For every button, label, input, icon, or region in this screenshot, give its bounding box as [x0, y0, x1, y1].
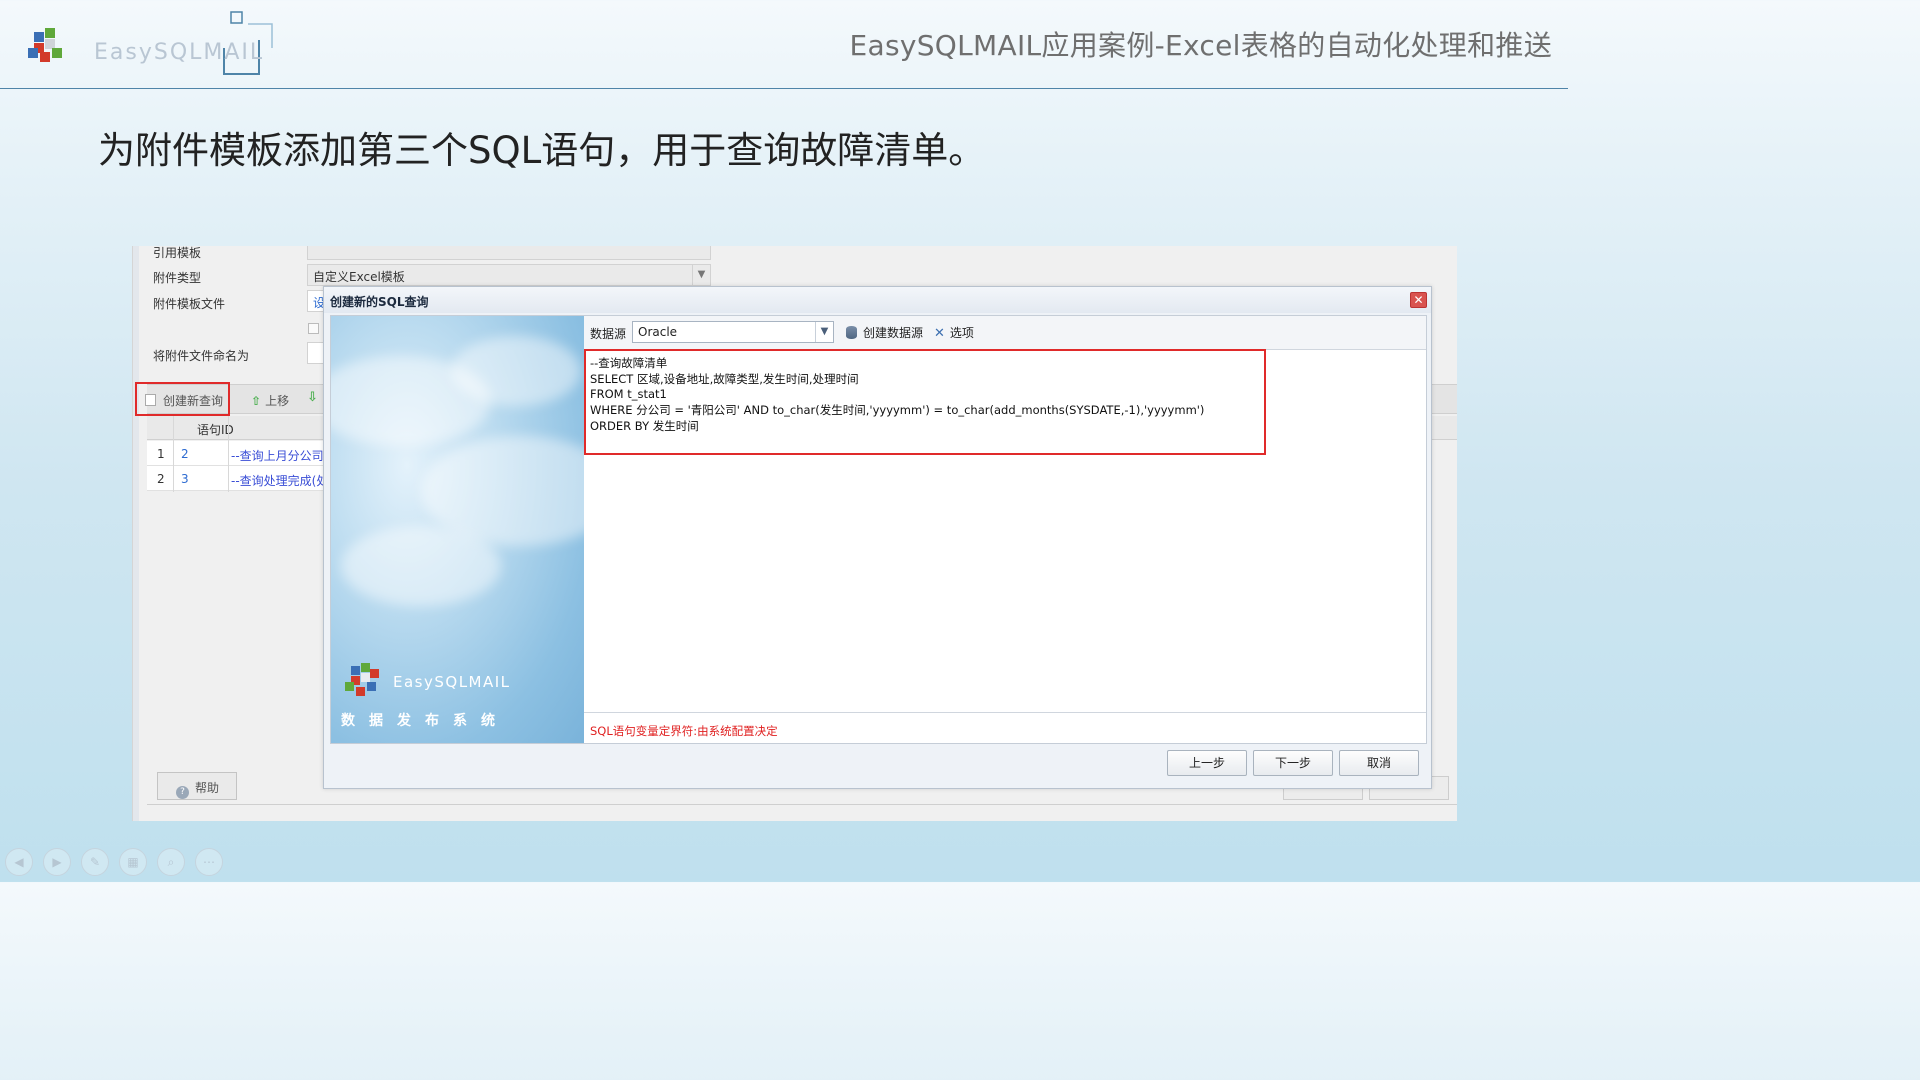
help-icon: ?	[176, 786, 189, 799]
row-number: 1	[157, 447, 165, 461]
header-divider	[0, 88, 1568, 89]
sky-banner: EasySQLMAIL 数据发布系统	[331, 316, 584, 743]
dialog-content: EasySQLMAIL 数据发布系统 数据源 Oracle ▼ 创建数据源 ✕ 选…	[330, 315, 1427, 744]
move-up-button[interactable]: ⇧ 上移	[251, 392, 289, 409]
options-button[interactable]: ✕ 选项	[934, 324, 974, 341]
field-label-attachment-type: 附件类型	[153, 271, 202, 285]
delimiter-hint: SQL语句变量定界符:由系统配置决定	[590, 724, 778, 738]
row-number: 2	[157, 472, 165, 486]
previous-slide-icon[interactable]: ◀	[5, 848, 33, 876]
cancel-button[interactable]: 取消	[1339, 750, 1419, 776]
create-sql-query-dialog: 创建新的SQL查询 ✕ EasySQLMAIL 数据发布系统 数据源 Oracl…	[323, 286, 1432, 789]
next-slide-icon[interactable]: ▶	[43, 848, 71, 876]
hint-bar: SQL语句变量定界符:由系统配置决定	[584, 712, 1426, 743]
create-query-button[interactable]: 创建新查询	[135, 382, 230, 416]
dialog-title: 创建新的SQL查询	[330, 295, 429, 309]
cube-logo-icon	[345, 663, 379, 696]
create-datasource-label: 创建数据源	[863, 326, 924, 340]
row-sql: --查询处理完成(处	[231, 474, 329, 488]
grid-divider	[173, 416, 174, 492]
arrow-down-icon: ⇩	[307, 390, 318, 405]
sky-brand-text: EasySQLMAIL	[393, 673, 511, 691]
previous-step-button[interactable]: 上一步	[1167, 750, 1247, 776]
slides-grid-icon[interactable]: ▦	[119, 848, 147, 876]
database-icon	[846, 326, 857, 339]
create-datasource-button[interactable]: 创建数据源	[846, 324, 923, 341]
row-statement-id: 2	[181, 447, 189, 461]
slide-title: EasySQLMAIL应用案例-Excel表格的自动化处理和推送	[849, 29, 1552, 62]
brand-logo: EasySQLMAIL	[26, 10, 276, 80]
sky-tagline: 数据发布系统	[341, 713, 509, 729]
new-document-icon	[145, 394, 156, 406]
datasource-label: 数据源	[590, 327, 627, 341]
attachment-type-select[interactable]: 自定义Excel模板 ▼	[307, 264, 711, 286]
field-label-template: 引用模板	[153, 246, 202, 260]
chevron-down-icon[interactable]: ▼	[692, 265, 710, 285]
datasource-toolbar: 数据源 Oracle ▼ 创建数据源 ✕ 选项	[584, 316, 1426, 350]
app-left-strip	[133, 246, 139, 821]
slide-subtitle: 为附件模板添加第三个SQL语句，用于查询故障清单。	[98, 129, 986, 172]
attachment-type-value: 自定义Excel模板	[313, 270, 405, 284]
next-step-button[interactable]: 下一步	[1253, 750, 1333, 776]
grid-bottom-border	[147, 804, 1457, 805]
cube-logo-icon	[28, 28, 62, 62]
pen-icon[interactable]: ✎	[81, 848, 109, 876]
row-sql: --查询上月分公司	[231, 449, 324, 463]
datasource-value: Oracle	[638, 325, 678, 339]
field-label-filename: 将附件文件命名为	[153, 349, 250, 363]
field-label-template-file: 附件模板文件	[153, 297, 226, 311]
close-icon[interactable]: ✕	[1410, 292, 1427, 308]
zoom-icon[interactable]: ⌕	[157, 848, 185, 876]
highlight-box	[584, 349, 1266, 455]
help-button[interactable]: ? 帮助	[157, 772, 237, 800]
dialog-titlebar[interactable]: 创建新的SQL查询 ✕	[324, 287, 1431, 313]
datasource-select[interactable]: Oracle ▼	[632, 321, 834, 343]
move-up-label: 上移	[265, 394, 290, 408]
options-label: 选项	[949, 326, 974, 340]
option-checkbox[interactable]	[308, 323, 319, 334]
create-query-label: 创建新查询	[163, 394, 224, 408]
arrow-up-icon: ⇧	[251, 394, 262, 408]
logo-text: EasySQLMAIL	[94, 40, 265, 65]
grid-divider	[228, 416, 229, 492]
row-statement-id: 3	[181, 472, 189, 486]
chevron-down-icon[interactable]: ▼	[815, 322, 833, 342]
template-field[interactable]	[307, 246, 711, 260]
tools-icon: ✕	[934, 326, 945, 341]
help-label: 帮助	[195, 781, 220, 795]
more-options-icon[interactable]: ⋯	[195, 848, 223, 876]
move-down-button[interactable]: ⇩	[307, 390, 318, 405]
